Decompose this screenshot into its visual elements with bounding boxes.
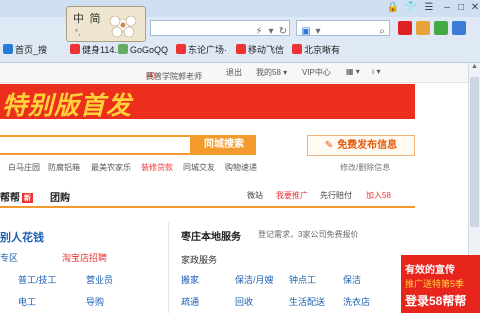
service-link[interactable]: 保洁/月嫂 [235, 273, 274, 286]
grid-menu-icon[interactable]: ▦ ▾ [346, 67, 360, 76]
service-link[interactable]: 搬家 [181, 273, 199, 286]
bookmark-label: GoGoQQ [130, 45, 169, 55]
site-top-nav: 赛普学院郭老师 (4) 退出 我的58 ▾ VIP中心 ▦ ▾ ı ▾ [0, 63, 480, 83]
bookmark-label: 东论广场· [188, 45, 227, 55]
column-divider [168, 222, 169, 313]
scroll-up-arrow-icon[interactable]: ▲ [469, 63, 480, 74]
minimize-icon[interactable]: – [440, 1, 454, 14]
weibo-icon[interactable] [398, 21, 412, 35]
bookmark-label: 首页_搜 [15, 45, 48, 55]
ime-punct[interactable]: °, [75, 28, 80, 37]
shirt-icon[interactable]: 👕 [404, 1, 418, 14]
address-bar[interactable]: ⚡ ▾ ↻ [150, 20, 290, 39]
local-services-title[interactable]: 枣庄本地服务 [181, 228, 241, 243]
browser-search-box[interactable]: ▣ ▾ ⌕ [296, 20, 390, 39]
hot-keyword[interactable]: 防腐铝箱 [48, 162, 80, 173]
bookmark-label: 北京晰有 [304, 45, 341, 55]
service-link[interactable]: 疏通 [181, 295, 199, 308]
bookmark-item[interactable]: 首页_搜 [3, 43, 47, 57]
bookmark-item[interactable]: 北京晰有 [292, 43, 340, 57]
left-section-title[interactable]: 别人花钱 [0, 229, 44, 245]
promo-ad[interactable]: 有效的宣传 推广送特第5季 登录58帮帮 [401, 255, 480, 313]
bookmark-icon [176, 44, 186, 54]
refresh-icon[interactable]: ↻ [277, 25, 289, 39]
bookmark-icon [292, 44, 302, 54]
search-icon[interactable]: ⌕ [375, 25, 389, 39]
bookmarks-bar: 首页_搜 健身114... GoGoQQ 东论广场· 移动飞信 北京晰有 [0, 39, 480, 61]
ad-line: 登录58帮帮 [405, 294, 467, 308]
bookmark-item[interactable]: 移动飞信 [236, 43, 284, 57]
banner-title: 特别版首发 [2, 91, 133, 119]
bookmark-item[interactable]: 健身114... [70, 43, 122, 57]
edit-delete-info-link[interactable]: 修改/删除信息 [340, 162, 390, 173]
left-link[interactable]: 淘宝店招聘 [62, 251, 107, 264]
housekeeping-title[interactable]: 家政服务 [181, 253, 217, 266]
new-badge: 新 [22, 193, 33, 203]
cloud-icon[interactable] [452, 21, 466, 35]
engine-dropdown-icon[interactable]: ▾ [313, 25, 323, 39]
close-icon[interactable]: ✕ [468, 1, 480, 14]
city-search-button[interactable]: 同城搜索 [192, 135, 256, 155]
free-post-button[interactable]: ✎ 免费发布信息 [307, 135, 415, 156]
download-icon[interactable] [434, 21, 448, 35]
my58-menu[interactable]: 我的58 ▾ [256, 67, 287, 78]
help-menu[interactable]: ı ▾ [372, 67, 380, 76]
promo-banner[interactable]: 特别版首发 [0, 84, 415, 119]
lightning-icon[interactable]: ⚡ [253, 25, 265, 39]
hot-keyword[interactable]: 最美农家乐 [91, 162, 131, 173]
bookmark-item[interactable]: 东论广场· [176, 43, 227, 57]
channel-tab-bar: 帮帮新 团购 微站 我要推广 先行赔付 加入58 [0, 182, 415, 208]
search-engine-icon[interactable]: ▣ [299, 25, 313, 39]
service-link[interactable]: 回收 [235, 295, 253, 308]
left-link[interactable]: 专区 [0, 251, 18, 264]
edit-icon: ✎ [324, 140, 334, 151]
bookmark-item[interactable]: GoGoQQ [118, 43, 168, 57]
left-link[interactable]: 电工 [18, 295, 36, 308]
logout-link[interactable]: 退出 [226, 67, 242, 78]
hot-keyword[interactable]: 装修贷款 [141, 162, 173, 173]
local-services-subtitle: 登记需求，3家公司免费报价 [258, 230, 359, 239]
bookmark-label: 移动飞信 [248, 45, 285, 55]
link-weizhan[interactable]: 微站 [247, 190, 263, 201]
service-link[interactable]: 保洁 [343, 273, 361, 286]
game-icon[interactable] [416, 21, 430, 35]
ime-mode[interactable]: 中 简 [73, 10, 102, 26]
tab-groupbuy[interactable]: 团购 [50, 189, 70, 204]
site-search-input[interactable] [0, 135, 192, 155]
ime-toolbar[interactable]: 中 简 °, [66, 6, 146, 42]
bookmark-icon [236, 44, 246, 54]
left-link[interactable]: 普工/技工 [18, 273, 57, 286]
hot-keyword[interactable]: 购物速递 [225, 162, 257, 173]
menu-icon[interactable]: ☰ [422, 1, 436, 14]
ad-line: 推广送特第5季 [405, 279, 465, 289]
bookmark-icon [70, 44, 80, 54]
service-link[interactable]: 洗衣店 [343, 295, 370, 308]
service-link[interactable]: 生活配送 [289, 295, 325, 308]
flower-icon [109, 15, 137, 38]
hot-keyword[interactable]: 白马庄园 [8, 162, 40, 173]
link-promote[interactable]: 我要推广 [276, 190, 308, 201]
bookmark-icon [3, 44, 13, 54]
dropdown-icon[interactable]: ▾ [265, 25, 277, 39]
lock-icon[interactable]: 🔒 [386, 1, 400, 14]
link-advance-compensation[interactable]: 先行赔付 [320, 190, 352, 201]
service-link[interactable]: 钟点工 [289, 273, 316, 286]
hot-keyword[interactable]: 同城交友 [183, 162, 215, 173]
left-link[interactable]: 导购 [86, 295, 104, 308]
free-post-label: 免费发布信息 [337, 140, 398, 151]
left-link[interactable]: 营业员 [86, 273, 113, 286]
bookmark-icon [118, 44, 128, 54]
scroll-thumb[interactable] [470, 77, 479, 227]
tab-bangbang[interactable]: 帮帮新 [0, 189, 33, 204]
maximize-icon[interactable]: □ [454, 1, 468, 14]
link-join58[interactable]: 加入58 [366, 190, 391, 201]
vip-center-link[interactable]: VIP中心 [302, 67, 331, 78]
ad-line: 有效的宣传 [405, 265, 455, 276]
bookmark-label: 健身114... [82, 45, 122, 55]
